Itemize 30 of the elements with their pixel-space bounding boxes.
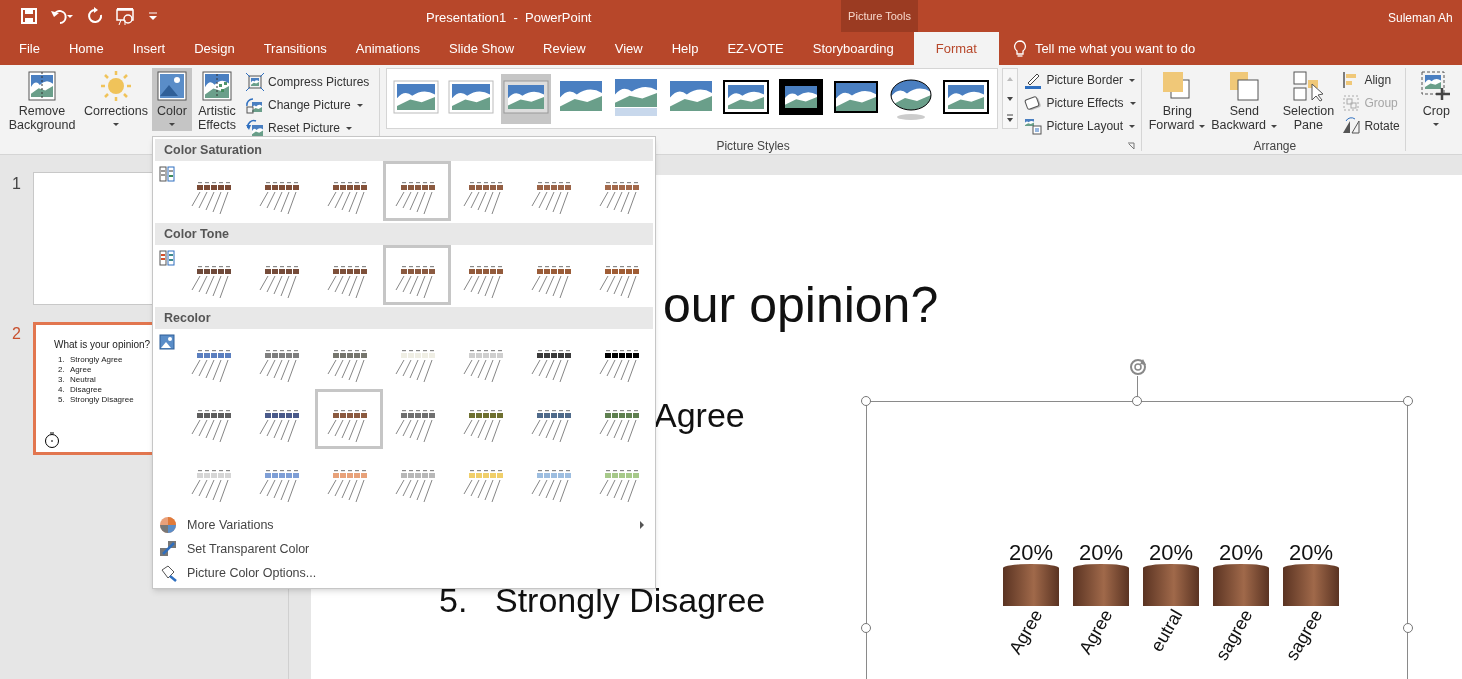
data-label: 20%: [1149, 540, 1193, 565]
section-header: Recolor: [155, 307, 653, 329]
list-item: Neutral: [70, 375, 96, 385]
slide-title: our opinion?: [663, 276, 939, 335]
thumbnail-title: What is your opinion?: [54, 338, 151, 352]
list-number: 1.: [58, 355, 66, 365]
list-number: 2.: [58, 365, 66, 375]
list-number: 3.: [58, 375, 66, 385]
list-item: Agree: [654, 395, 745, 435]
list-item: Strongly Disagree: [495, 580, 766, 620]
section-header: Color Saturation: [155, 139, 653, 161]
slide-number: 1: [11, 174, 22, 194]
slide-number: 2: [11, 324, 22, 344]
list-number: 4.: [58, 385, 66, 395]
list-item: Disagree: [70, 385, 102, 395]
list-item: Strongly Disagree: [70, 395, 134, 405]
window-title: Presentation1 - PowerPoint: [426, 9, 592, 27]
contextual-tab-label: Picture Tools: [841, 0, 918, 32]
data-label: 20%: [1009, 540, 1053, 565]
list-number: 5.: [58, 395, 66, 405]
data-label: 20%: [1219, 540, 1263, 565]
section-header: Color Tone: [155, 223, 653, 245]
data-label: 20%: [1079, 540, 1123, 565]
list-item: Agree: [70, 365, 92, 375]
group-label: Arrange: [1253, 138, 1297, 155]
group-label: Picture Styles: [716, 138, 790, 155]
data-label: 20%: [1289, 540, 1333, 565]
list-number: 5.: [439, 580, 469, 620]
user-name: Suleman Ah: [1388, 10, 1453, 27]
list-item: Strongly Agree: [70, 355, 123, 365]
